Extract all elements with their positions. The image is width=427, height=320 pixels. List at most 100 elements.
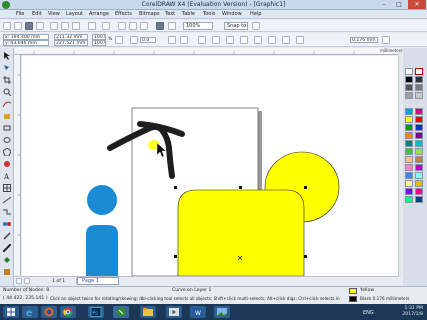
options-icon[interactable] — [252, 22, 260, 30]
menu-text[interactable]: Text — [165, 11, 175, 17]
zoom-level-select[interactable]: 100% — [183, 22, 213, 30]
convert-to-curves-icon[interactable] — [198, 36, 206, 44]
chrome-icon[interactable] — [60, 306, 76, 318]
menu-file[interactable]: File — [16, 11, 24, 17]
snap-to-select[interactable]: Snap to — [224, 22, 248, 30]
text-wrap-icon[interactable] — [282, 36, 290, 44]
cut-icon[interactable] — [50, 22, 58, 30]
swatch-rose[interactable] — [415, 188, 423, 195]
close-button[interactable]: ✕ — [408, 0, 426, 9]
combine-icon[interactable] — [296, 36, 304, 44]
basic-shapes-tool-icon[interactable] — [3, 160, 11, 168]
freehand-tool-icon[interactable] — [2, 100, 12, 108]
swatch-ice-blue[interactable] — [415, 172, 423, 179]
connector-tool-icon[interactable] — [3, 208, 11, 216]
swatch-red[interactable] — [415, 116, 423, 123]
fill-tool-icon[interactable] — [3, 256, 11, 264]
interactive-fill-tool-icon[interactable] — [3, 268, 11, 276]
menu-tools[interactable]: Tools — [203, 11, 215, 17]
outline-tool-icon[interactable] — [2, 243, 12, 253]
swatch-30-black[interactable] — [405, 92, 413, 99]
menu-arrange[interactable]: Arrange — [89, 11, 109, 17]
fill-color-swatch[interactable] — [349, 288, 357, 294]
swatch-yellow[interactable] — [405, 116, 413, 123]
interactive-blend-tool-icon[interactable] — [3, 220, 11, 228]
swatch-brown[interactable] — [415, 156, 423, 163]
close-curve-icon[interactable] — [268, 36, 276, 44]
swatch-indigo[interactable] — [405, 188, 413, 195]
swatch-teal[interactable] — [405, 140, 413, 147]
swatch-navy[interactable] — [415, 196, 423, 203]
open-icon[interactable] — [14, 22, 22, 30]
swatch-green[interactable] — [405, 124, 413, 131]
rotation-angle-field[interactable]: 0.0 — [140, 37, 156, 43]
new-document-icon[interactable] — [3, 22, 11, 30]
swatch-peach[interactable] — [405, 156, 413, 163]
minimize-button[interactable]: – — [377, 0, 391, 9]
first-page-icon[interactable] — [16, 278, 22, 284]
polygon-tool-icon[interactable] — [2, 147, 12, 157]
zoom-tool-icon[interactable] — [3, 88, 12, 97]
swatch-pale-yellow[interactable] — [405, 180, 413, 187]
input-language-indicator[interactable]: ENG — [363, 310, 374, 316]
horizontal-ruler[interactable] — [14, 48, 399, 55]
print-icon[interactable] — [36, 22, 44, 30]
undo-icon[interactable] — [88, 22, 96, 30]
menu-help[interactable]: Help — [250, 11, 261, 17]
parallel-dimension-tool-icon[interactable] — [2, 196, 12, 204]
swatch-turquoise[interactable] — [415, 140, 423, 147]
swatch-gold[interactable] — [415, 180, 423, 187]
scale-height-field[interactable]: 100.0 — [92, 40, 106, 46]
swatch-orange[interactable] — [405, 132, 413, 139]
shape-tool-icon[interactable] — [3, 64, 11, 72]
menu-table[interactable]: Table — [182, 11, 195, 17]
pick-tool-icon[interactable] — [3, 52, 11, 60]
swatch-cyan[interactable] — [405, 108, 413, 115]
system-clock[interactable]: 1:31 PM 2017/1/8 — [402, 306, 423, 318]
mirror-horizontal-icon[interactable] — [168, 36, 176, 44]
object-height-field[interactable]: 227.521 mm — [54, 40, 88, 46]
swatch-none[interactable] — [415, 68, 423, 75]
copy-icon[interactable] — [61, 22, 69, 30]
rectangle-tool-icon[interactable] — [3, 124, 11, 132]
word-icon[interactable]: W — [190, 306, 206, 318]
photo-viewer-icon[interactable] — [214, 306, 230, 318]
swatch-50-black[interactable] — [415, 84, 423, 91]
coreldraw-task-icon[interactable] — [113, 306, 129, 318]
media-player-icon[interactable] — [166, 306, 182, 318]
swatch-20-black[interactable] — [415, 92, 423, 99]
export-icon[interactable] — [140, 22, 148, 30]
swatch-lime[interactable] — [415, 148, 423, 155]
paste-icon[interactable] — [72, 22, 80, 30]
file-explorer-icon[interactable] — [140, 306, 156, 318]
crop-tool-icon[interactable] — [3, 76, 11, 84]
outline-color-swatch[interactable] — [349, 296, 357, 302]
maximize-button[interactable]: □ — [392, 0, 406, 9]
smart-fill-tool-icon[interactable] — [3, 112, 11, 120]
swatch-light-green[interactable] — [405, 148, 413, 155]
swatch-mint[interactable] — [405, 196, 413, 203]
swatch-black[interactable] — [405, 76, 413, 83]
swatch-blue[interactable] — [415, 124, 423, 131]
line-style-icon[interactable] — [240, 36, 248, 44]
search-icon[interactable] — [118, 22, 126, 30]
vertical-ruler[interactable] — [14, 55, 21, 275]
save-icon[interactable] — [25, 22, 33, 30]
y-position-field[interactable]: y: 43.646 mm — [3, 40, 49, 46]
corel-online-icon[interactable] — [168, 22, 176, 30]
previous-page-icon[interactable] — [24, 278, 30, 284]
swatch-violet[interactable] — [415, 164, 423, 171]
swatch-purple[interactable] — [415, 132, 423, 139]
outline-pen-icon[interactable] — [382, 36, 390, 44]
menu-layout[interactable]: Layout — [66, 11, 83, 17]
swatch-white[interactable] — [405, 68, 413, 75]
swatch-90-black[interactable] — [415, 76, 423, 83]
eyedropper-tool-icon[interactable] — [3, 232, 11, 240]
vertical-scrollbar[interactable] — [398, 56, 402, 276]
end-arrowhead-icon[interactable] — [254, 36, 262, 44]
swatch-70-black[interactable] — [405, 84, 413, 91]
menu-view[interactable]: View — [48, 11, 60, 17]
lock-ratio-icon[interactable] — [115, 36, 123, 44]
redo-icon[interactable] — [102, 22, 110, 30]
outline-width-field[interactable]: 0.176 mm — [350, 37, 378, 43]
